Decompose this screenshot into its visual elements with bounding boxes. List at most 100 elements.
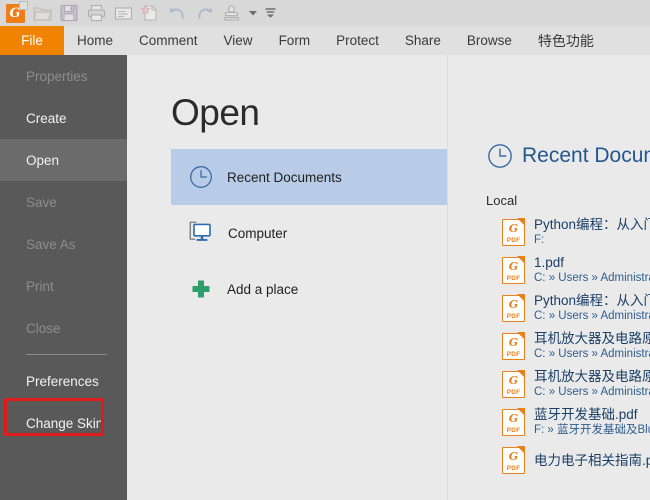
pdf-label-glyph: PDF [503,465,524,472]
email-glyph [114,6,133,21]
tab-special-features[interactable]: 特色功能 [525,26,607,55]
recent-document-item[interactable]: G PDF Python编程：从入门 F: [502,213,650,251]
pdf-file-icon: G PDF [502,219,525,246]
application-window: G [0,0,650,500]
tab-view[interactable]: View [211,26,266,55]
pdf-logo-glyph: G [503,375,524,387]
clock-icon [189,165,213,189]
recent-document-path: C: » Users » Administra [534,385,650,400]
recent-document-item[interactable]: G PDF 电力电子相关指南.p [502,441,650,479]
computer-icon [189,221,214,245]
tab-form[interactable]: Form [266,26,324,55]
recent-document-path: F: » 蓝牙开发基础及Blu [534,423,650,438]
print-icon[interactable] [83,1,109,25]
recent-document-text: 1.pdf C: » Users » Administra [534,254,650,286]
recent-document-name: 电力电子相关指南.p [534,452,650,469]
pdf-file-icon: G PDF [502,447,525,474]
sidebar-item-close[interactable]: Close [0,307,127,349]
place-add-a-place[interactable]: Add a place [171,261,447,317]
sidebar-item-save[interactable]: Save [0,181,127,223]
place-label: Recent Documents [227,170,342,185]
ribbon-tab-bar: File Home Comment View Form Protect Shar… [0,26,650,55]
tab-file[interactable]: File [0,26,64,55]
email-icon[interactable] [110,1,136,25]
recent-document-name: Python编程：从入门 [534,292,650,309]
recent-document-path: C: » Users » Administra [534,309,650,324]
stamp-glyph [223,4,240,22]
stamp-icon[interactable] [218,1,244,25]
section-label-local: Local [486,193,517,208]
clock-icon [487,143,513,169]
quick-access-toolbar: G [0,0,650,26]
place-computer[interactable]: Computer [171,205,447,261]
recent-document-name: 耳机放大器及电路原 [534,330,650,347]
tab-protect[interactable]: Protect [323,26,392,55]
sidebar-item-create[interactable]: Create [0,97,127,139]
place-recent-documents[interactable]: Recent Documents [171,149,447,205]
pdf-file-icon: G PDF [502,371,525,398]
save-glyph [60,4,78,22]
recent-document-name: Python编程：从入门 [534,216,650,233]
print-glyph [87,4,106,22]
recent-document-path: C: » Users » Administra [534,271,650,286]
recent-documents-title: Recent Docum [522,144,650,168]
recent-document-name: 1.pdf [534,254,650,271]
sidebar-item-print[interactable]: Print [0,265,127,307]
tab-browse[interactable]: Browse [454,26,525,55]
customize-toolbar-icon[interactable] [262,1,278,25]
page-title: Open [171,92,260,134]
open-folder-icon[interactable] [29,1,55,25]
tab-comment[interactable]: Comment [126,26,211,55]
place-label: Add a place [227,282,298,297]
tab-home[interactable]: Home [64,26,126,55]
recent-document-item[interactable]: G PDF 1.pdf C: » Users » Administra [502,251,650,289]
redo-icon[interactable] [191,1,217,25]
pdf-file-icon: G PDF [502,257,525,284]
pdf-label-glyph: PDF [503,389,524,396]
pdf-logo-glyph: G [503,299,524,311]
recent-document-text: 蓝牙开发基础.pdf F: » 蓝牙开发基础及Blu [534,406,650,438]
recent-documents-list: G PDF Python编程：从入门 F: G PDF 1.pdf [502,213,650,479]
recent-document-text: 耳机放大器及电路原 C: » Users » Administra [534,368,650,400]
pdf-label-glyph: PDF [503,275,524,282]
pdf-label-glyph: PDF [503,427,524,434]
recent-document-item[interactable]: G PDF 耳机放大器及电路原 C: » Users » Administra [502,365,650,403]
recent-document-text: 电力电子相关指南.p [534,452,650,469]
pdf-label-glyph: PDF [503,313,524,320]
open-places-list: Recent Documents Computer Add a place [171,149,447,317]
recent-documents-heading: Recent Docum [487,143,650,169]
pdf-file-icon: G PDF [502,409,525,436]
undo-icon[interactable] [164,1,190,25]
recent-document-item[interactable]: G PDF 耳机放大器及电路原 C: » Users » Administra [502,327,650,365]
recent-document-item[interactable]: G PDF Python编程：从入门 C: » Users » Administ… [502,289,650,327]
app-logo-icon[interactable]: G [2,1,28,25]
pdf-file-icon: G PDF [502,333,525,360]
recent-document-item[interactable]: G PDF 蓝牙开发基础.pdf F: » 蓝牙开发基础及Blu [502,403,650,441]
pdf-logo-glyph: G [503,223,524,235]
chevron-down-glyph [249,10,257,16]
new-document-glyph [141,4,159,22]
sidebar-item-save-as[interactable]: Save As [0,223,127,265]
recent-document-path: F: [534,233,650,248]
sidebar-item-change-skin[interactable]: Change Skin [0,402,127,444]
open-folder-glyph [33,5,52,22]
sidebar-item-preferences[interactable]: Preferences [0,360,127,402]
recent-document-text: 耳机放大器及电路原 C: » Users » Administra [534,330,650,362]
recent-document-name: 蓝牙开发基础.pdf [534,406,650,423]
pdf-logo-glyph: G [503,451,524,463]
place-label: Computer [228,226,287,241]
pane-divider [447,55,448,500]
recent-document-name: 耳机放大器及电路原 [534,368,650,385]
pdf-logo-glyph: G [503,261,524,273]
tab-share[interactable]: Share [392,26,454,55]
pdf-label-glyph: PDF [503,237,524,244]
stamp-dropdown-arrow-icon[interactable] [245,1,261,25]
pdf-file-icon: G PDF [502,295,525,322]
sidebar-divider [26,354,107,355]
save-icon[interactable] [56,1,82,25]
recent-documents-pane: Recent Docum Local G PDF Python编程：从入门 F: [482,55,650,500]
sidebar-item-properties[interactable]: Properties [0,55,127,97]
new-document-icon[interactable] [137,1,163,25]
sidebar-item-open[interactable]: Open [0,139,127,181]
recent-document-text: Python编程：从入门 C: » Users » Administra [534,292,650,324]
